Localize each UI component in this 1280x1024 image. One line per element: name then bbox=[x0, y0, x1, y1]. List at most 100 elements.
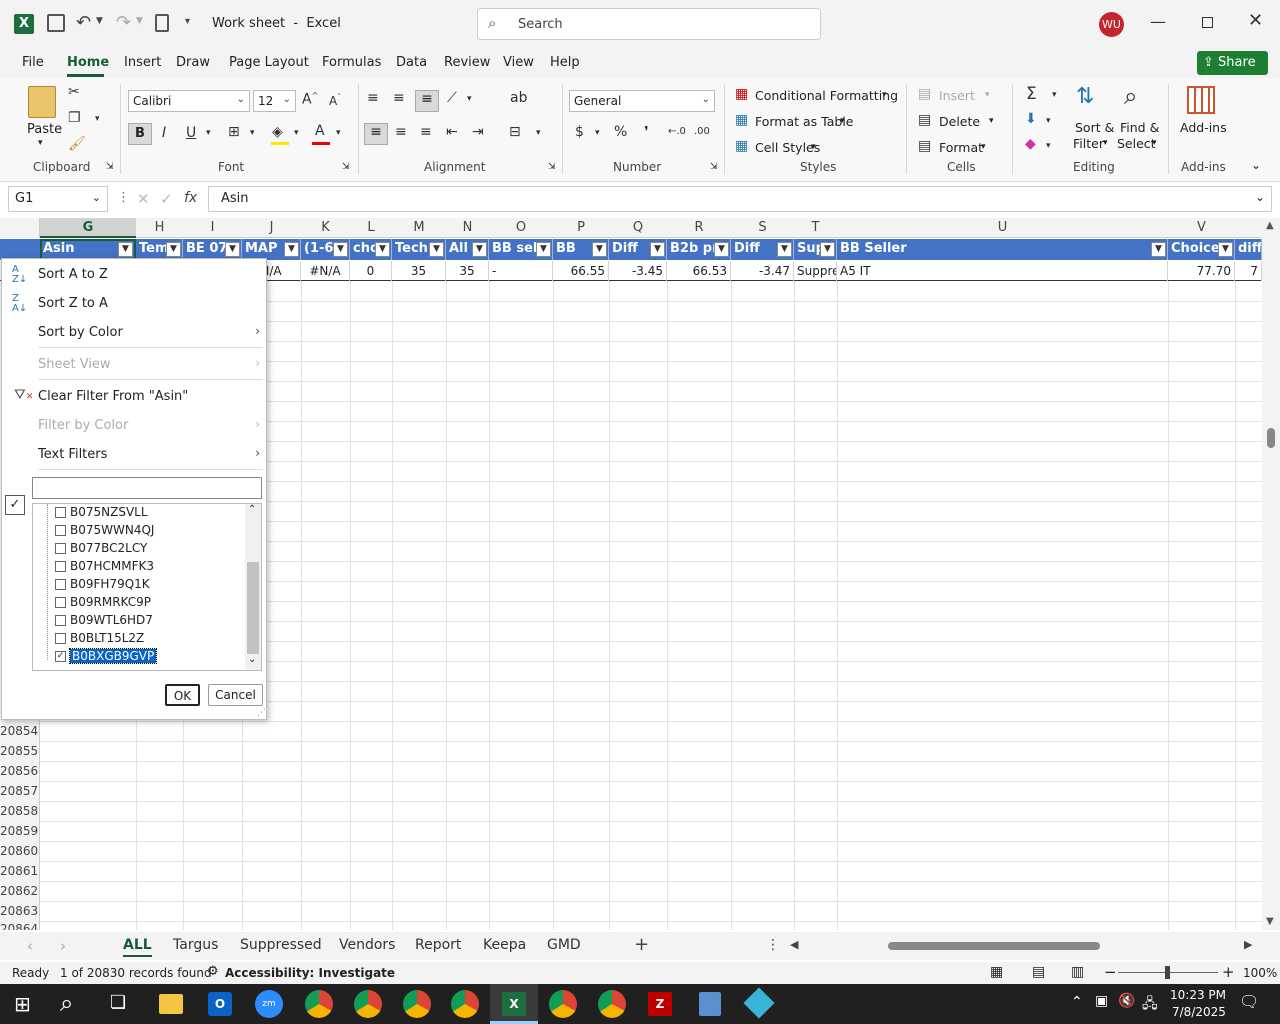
redo-dropdown-icon[interactable]: ▼ bbox=[136, 16, 143, 26]
orientation-icon[interactable]: ⟋ bbox=[447, 90, 457, 106]
menu-data[interactable]: Data bbox=[396, 55, 427, 70]
insert-cells-button[interactable]: Insert bbox=[939, 88, 975, 103]
align-bottom-icon[interactable]: ≡ bbox=[415, 90, 439, 112]
menu-page-layout[interactable]: Page Layout bbox=[229, 55, 309, 70]
search-box[interactable]: ⌕ Search bbox=[477, 8, 821, 40]
menu-help[interactable]: Help bbox=[550, 55, 580, 70]
confirm-entry-icon[interactable]: ✓ bbox=[160, 190, 173, 208]
checkbox[interactable] bbox=[55, 561, 66, 572]
tab-options-icon[interactable]: ⋮ bbox=[766, 937, 780, 953]
scroll-up-icon[interactable]: ⌃ bbox=[248, 504, 256, 515]
font-color-icon[interactable]: A bbox=[315, 123, 325, 139]
sort-z-to-a[interactable]: Sort Z to A bbox=[38, 296, 108, 311]
cell-styles-icon[interactable]: ▦ bbox=[735, 138, 748, 154]
menu-insert[interactable]: Insert bbox=[124, 55, 161, 70]
row-number[interactable]: 20863 bbox=[0, 904, 40, 918]
column-header-r[interactable]: R bbox=[667, 220, 731, 235]
align-right-icon[interactable]: ≡ bbox=[420, 124, 432, 140]
sheet-tab-all[interactable]: ALL bbox=[123, 937, 152, 957]
underline-dropdown-icon[interactable]: ▾ bbox=[206, 128, 211, 138]
row-number[interactable]: 20857 bbox=[0, 784, 40, 798]
sheet-tab-suppressed[interactable]: Suppressed bbox=[240, 937, 322, 953]
find-select-icon[interactable]: ⌕ bbox=[1124, 82, 1137, 110]
avatar[interactable]: WU bbox=[1099, 12, 1124, 37]
checkbox[interactable] bbox=[55, 615, 66, 626]
menu-review[interactable]: Review bbox=[444, 55, 490, 70]
format-painter-icon[interactable]: 🖌 bbox=[68, 136, 86, 152]
filter-active-icon[interactable]: ▼ bbox=[472, 242, 487, 257]
decrease-font-icon[interactable]: Aˇ bbox=[329, 93, 341, 108]
font-size-select[interactable]: 12 ⌄ bbox=[253, 90, 296, 112]
delete-cells-button[interactable]: Delete bbox=[939, 114, 980, 129]
data-cell[interactable]: 77.70 bbox=[1168, 261, 1235, 281]
increase-font-icon[interactable]: A^ bbox=[302, 91, 318, 108]
column-header-s[interactable]: S bbox=[731, 220, 794, 235]
sort-by-color[interactable]: Sort by Color bbox=[38, 325, 123, 340]
list-item[interactable]: B077BC2LCY bbox=[55, 541, 147, 557]
conditional-formatting-button[interactable]: Conditional Formatting bbox=[755, 88, 898, 103]
number-launcher-icon[interactable]: ⇲ bbox=[710, 162, 718, 172]
filter-active-icon[interactable]: ▼ bbox=[166, 242, 181, 257]
paste-dropdown-icon[interactable]: ▾ bbox=[38, 138, 43, 148]
format-cells-icon[interactable]: ▤ bbox=[918, 138, 931, 154]
sort-filter-button[interactable]: Sort & bbox=[1075, 120, 1114, 135]
tab-scroll-left-icon[interactable]: ‹ bbox=[27, 937, 33, 955]
expand-formula-icon[interactable]: ⌄ bbox=[1255, 190, 1265, 204]
list-scrollbar[interactable]: ⌃ ⌄ bbox=[245, 504, 261, 670]
name-box[interactable]: G1 ⌄ bbox=[8, 186, 108, 212]
clock-time[interactable]: 10:23 PM bbox=[1170, 988, 1226, 1002]
format-cells-button[interactable]: Format bbox=[939, 140, 983, 155]
scroll-up-icon[interactable]: ▲ bbox=[1266, 220, 1274, 231]
addins-button[interactable]: Add-ins bbox=[1180, 120, 1227, 135]
row-number[interactable]: 20855 bbox=[0, 744, 40, 758]
header-cell[interactable]: BB Seller bbox=[837, 239, 1168, 260]
undo-dropdown-icon[interactable]: ▼ bbox=[96, 16, 103, 26]
calculator-app-icon[interactable] bbox=[699, 992, 721, 1016]
clock-date[interactable]: 7/8/2025 bbox=[1172, 1005, 1226, 1019]
find-select-button[interactable]: Find & bbox=[1120, 120, 1159, 135]
accessibility-icon[interactable]: ⚙ bbox=[207, 964, 219, 979]
number-format-select[interactable]: General ⌄ bbox=[569, 90, 715, 112]
filter-dropdown-icon[interactable]: ▼ bbox=[714, 242, 729, 257]
filter-dropdown-icon[interactable]: ▼ bbox=[592, 242, 607, 257]
delete-cells-icon[interactable]: ▤ bbox=[918, 112, 931, 128]
page-break-view-icon[interactable]: ▥ bbox=[1071, 964, 1084, 980]
volume-muted-icon[interactable]: 🔇 bbox=[1118, 993, 1135, 1009]
column-header-k[interactable]: K bbox=[301, 220, 350, 235]
select-all-corner[interactable] bbox=[0, 218, 40, 238]
list-item[interactable]: B09WTL6HD7 bbox=[55, 613, 153, 629]
outlook-icon[interactable]: O bbox=[208, 992, 232, 1016]
checkbox[interactable] bbox=[55, 507, 66, 518]
data-cell[interactable]: -3.45 bbox=[609, 261, 667, 281]
minimize-button[interactable]: — bbox=[1150, 12, 1166, 31]
chrome-icon[interactable] bbox=[549, 990, 577, 1018]
row-number[interactable]: 20856 bbox=[0, 764, 40, 778]
find-select-button-line2[interactable]: Select bbox=[1117, 136, 1156, 151]
list-item-selected[interactable]: ✓ B0BXGB9GVP bbox=[55, 648, 158, 665]
list-item[interactable]: B07HCMMFK3 bbox=[55, 559, 154, 575]
paste-button[interactable]: Paste bbox=[27, 122, 62, 137]
network-icon[interactable]: 🖧 bbox=[1142, 993, 1158, 1017]
format-as-table-button[interactable]: Format as Table bbox=[755, 114, 854, 129]
column-header-l[interactable]: L bbox=[350, 220, 392, 235]
save-icon[interactable] bbox=[47, 14, 65, 32]
filter-dropdown-icon[interactable]: ▼ bbox=[225, 242, 240, 257]
file-explorer-icon[interactable] bbox=[159, 994, 183, 1014]
clear-filter[interactable]: Clear Filter From "Asin" bbox=[38, 389, 188, 404]
sort-a-to-z[interactable]: Sort A to Z bbox=[38, 267, 108, 282]
undo-icon[interactable]: ↶ bbox=[76, 12, 91, 33]
format-as-table-icon[interactable]: ▦ bbox=[735, 112, 748, 128]
sort-filter-button-line2[interactable]: Filter bbox=[1073, 136, 1104, 151]
collapse-ribbon-icon[interactable]: ⌄ bbox=[1251, 158, 1261, 172]
menu-formulas[interactable]: Formulas bbox=[322, 55, 381, 70]
align-middle-icon[interactable]: ≡ bbox=[393, 90, 405, 106]
data-cell[interactable]: 35 bbox=[392, 261, 446, 281]
menu-file[interactable]: File bbox=[22, 55, 44, 70]
scroll-down-icon[interactable]: ⌄ bbox=[248, 654, 256, 665]
filezilla-icon[interactable]: Z bbox=[648, 992, 672, 1016]
checkbox[interactable] bbox=[55, 525, 66, 536]
italic-button[interactable]: I bbox=[162, 125, 166, 141]
column-header-q[interactable]: Q bbox=[609, 220, 667, 235]
cut-icon[interactable]: ✂ bbox=[68, 84, 80, 100]
increase-decimal-icon[interactable]: ←.0 bbox=[668, 126, 686, 137]
